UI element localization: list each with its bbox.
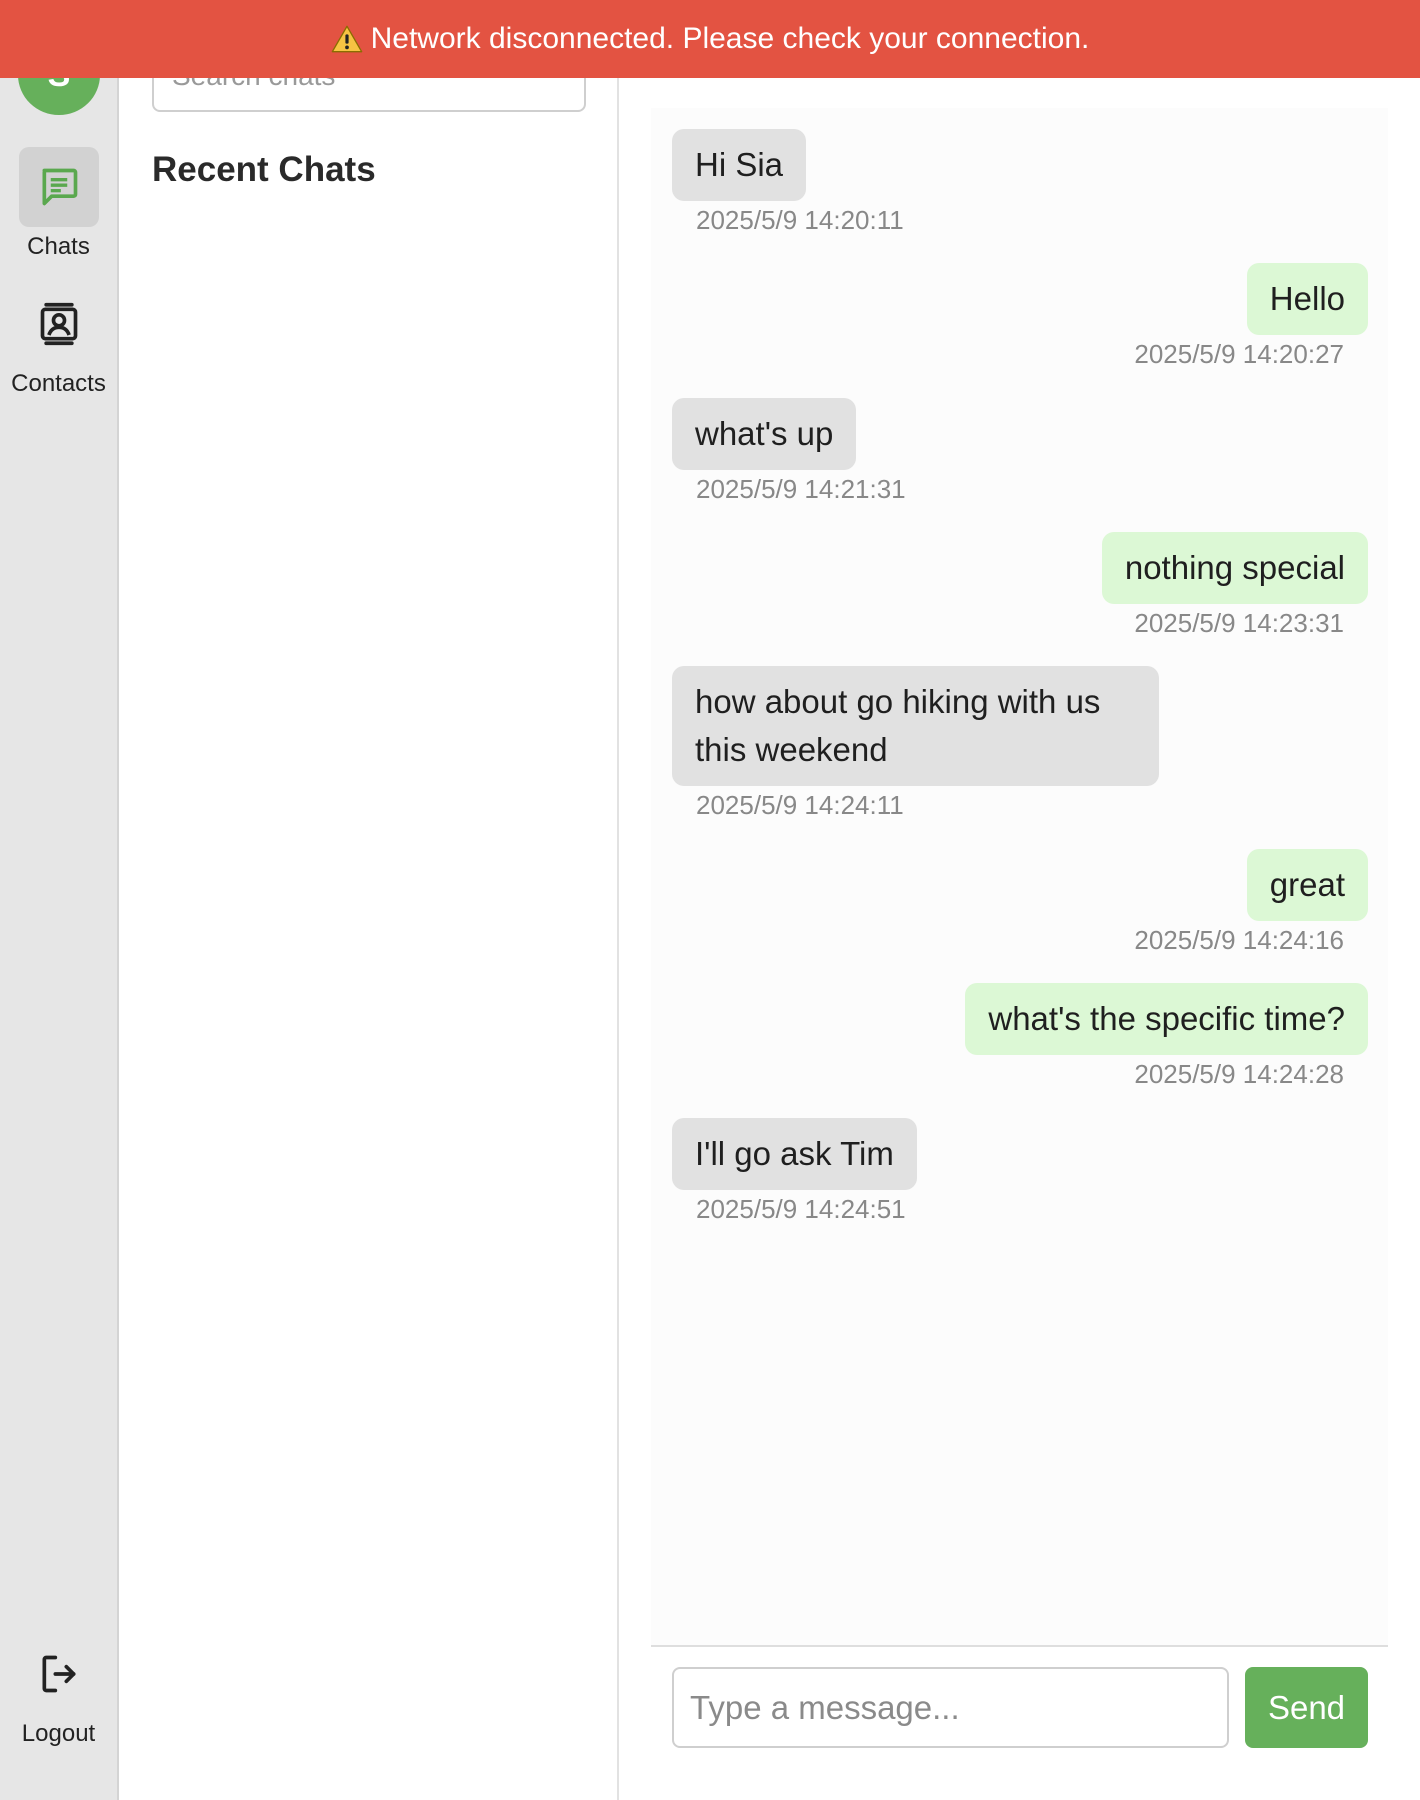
message-incoming: Hi Sia 2025/5/9 14:20:11 (672, 129, 904, 236)
send-button[interactable]: Send (1245, 1667, 1368, 1748)
message-outgoing: Hello 2025/5/9 14:20:27 (1134, 263, 1368, 370)
message-bubble: Hi Sia (672, 129, 807, 201)
message-incoming: what's up 2025/5/9 14:21:31 (672, 398, 906, 505)
message-bubble: what's up (672, 398, 857, 470)
nav-label-chats: Chats (27, 233, 90, 260)
message-bubble: nothing special (1101, 532, 1368, 604)
message-outgoing: great 2025/5/9 14:24:16 (1134, 849, 1368, 956)
message-bubble: I'll go ask Tim (672, 1118, 917, 1190)
message-time: 2025/5/9 14:23:31 (1134, 608, 1344, 638)
contacts-icon (40, 302, 77, 346)
nav-label-contacts: Contacts (11, 370, 106, 397)
message-time: 2025/5/9 14:20:27 (1134, 339, 1344, 369)
message-bubble: great (1246, 849, 1368, 921)
message-bubble: how about go hiking with us this weekend (672, 666, 1159, 786)
message-time: 2025/5/9 14:20:11 (696, 205, 904, 235)
network-banner: Network disconnected. Please check your … (0, 0, 1420, 78)
message-outgoing: nothing special 2025/5/9 14:23:31 (1101, 532, 1368, 639)
composer-divider (651, 1645, 1388, 1647)
recent-chats-heading: Recent Chats (152, 150, 376, 189)
warning-icon (331, 25, 362, 53)
message-incoming: I'll go ask Tim 2025/5/9 14:24:51 (672, 1118, 917, 1225)
message-area[interactable]: Hi Sia 2025/5/9 14:20:11 Hello 2025/5/9 … (651, 108, 1388, 1645)
nav-rail: S Chats Contacts (0, 0, 119, 1800)
banner-text: Network disconnected. Please check your … (370, 22, 1090, 55)
nav-item-contacts[interactable]: Contacts (0, 284, 117, 398)
nav-label-logout: Logout (21, 1720, 96, 1747)
message-time: 2025/5/9 14:24:11 (696, 790, 904, 820)
message-time: 2025/5/9 14:24:16 (1134, 925, 1344, 955)
logout-icon (42, 1655, 75, 1693)
message-incoming: how about go hiking with us this weekend… (672, 666, 1159, 821)
message-bubble: what's the specific time? (965, 983, 1368, 1055)
message-time: 2025/5/9 14:24:28 (1134, 1059, 1344, 1089)
message-input[interactable] (672, 1667, 1229, 1748)
chat-icon (42, 168, 77, 206)
message-time: 2025/5/9 14:21:31 (696, 474, 906, 504)
logout-button[interactable]: Logout (0, 1634, 117, 1748)
nav-item-chats[interactable]: Chats (0, 147, 117, 261)
message-time: 2025/5/9 14:24:51 (696, 1194, 906, 1224)
chat-list-panel: Recent Chats (121, 0, 619, 1800)
message-bubble: Hello (1246, 263, 1368, 335)
message-outgoing: what's the specific time? 2025/5/9 14:24… (965, 983, 1368, 1090)
